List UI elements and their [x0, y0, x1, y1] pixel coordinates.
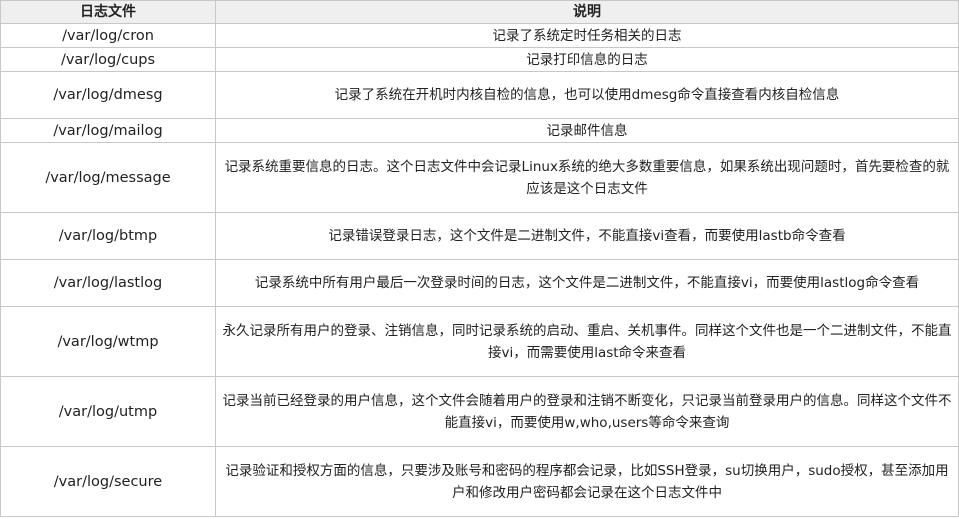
log-file-path: /var/log/secure [0, 446, 216, 517]
table-header-row: 日志文件 说明 [0, 0, 959, 24]
table-row: /var/log/utmp 记录当前已经登录的用户信息，这个文件会随着用户的登录… [0, 376, 959, 447]
log-file-description: 记录错误登录日志，这个文件是二进制文件，不能直接vi查看，而要使用lastb命令… [215, 212, 959, 260]
table-row: /var/log/cron 记录了系统定时任务相关的日志 [0, 23, 959, 48]
log-file-path: /var/log/message [0, 142, 216, 213]
header-description: 说明 [215, 0, 959, 24]
log-files-table: 日志文件 说明 /var/log/cron 记录了系统定时任务相关的日志 /va… [0, 0, 959, 517]
header-log-file: 日志文件 [0, 0, 216, 24]
log-file-path: /var/log/mailog [0, 118, 216, 143]
log-file-path: /var/log/btmp [0, 212, 216, 260]
log-file-description: 记录了系统定时任务相关的日志 [215, 23, 959, 48]
log-file-description: 记录系统重要信息的日志。这个日志文件中会记录Linux系统的绝大多数重要信息，如… [215, 142, 959, 213]
log-file-description: 记录邮件信息 [215, 118, 959, 143]
table-row: /var/log/message 记录系统重要信息的日志。这个日志文件中会记录L… [0, 142, 959, 213]
table-row: /var/log/mailog 记录邮件信息 [0, 118, 959, 143]
log-file-description: 记录打印信息的日志 [215, 47, 959, 72]
log-file-path: /var/log/utmp [0, 376, 216, 447]
log-file-path: /var/log/dmesg [0, 71, 216, 119]
table-row: /var/log/lastlog 记录系统中所有用户最后一次登录时间的日志，这个… [0, 259, 959, 307]
log-file-path: /var/log/cron [0, 23, 216, 48]
table-row: /var/log/wtmp 永久记录所有用户的登录、注销信息，同时记录系统的启动… [0, 306, 959, 377]
log-file-description: 记录验证和授权方面的信息，只要涉及账号和密码的程序都会记录，比如SSH登录，su… [215, 446, 959, 517]
log-file-path: /var/log/cups [0, 47, 216, 72]
log-file-description: 记录当前已经登录的用户信息，这个文件会随着用户的登录和注销不断变化，只记录当前登… [215, 376, 959, 447]
table-row: /var/log/btmp 记录错误登录日志，这个文件是二进制文件，不能直接vi… [0, 212, 959, 260]
log-file-path: /var/log/wtmp [0, 306, 216, 377]
table-row: /var/log/secure 记录验证和授权方面的信息，只要涉及账号和密码的程… [0, 446, 959, 517]
table-row: /var/log/cups 记录打印信息的日志 [0, 47, 959, 72]
log-file-description: 永久记录所有用户的登录、注销信息，同时记录系统的启动、重启、关机事件。同样这个文… [215, 306, 959, 377]
log-file-description: 记录了系统在开机时内核自检的信息，也可以使用dmesg命令直接查看内核自检信息 [215, 71, 959, 119]
log-file-path: /var/log/lastlog [0, 259, 216, 307]
table-row: /var/log/dmesg 记录了系统在开机时内核自检的信息，也可以使用dme… [0, 71, 959, 119]
log-file-description: 记录系统中所有用户最后一次登录时间的日志，这个文件是二进制文件，不能直接vi，而… [215, 259, 959, 307]
